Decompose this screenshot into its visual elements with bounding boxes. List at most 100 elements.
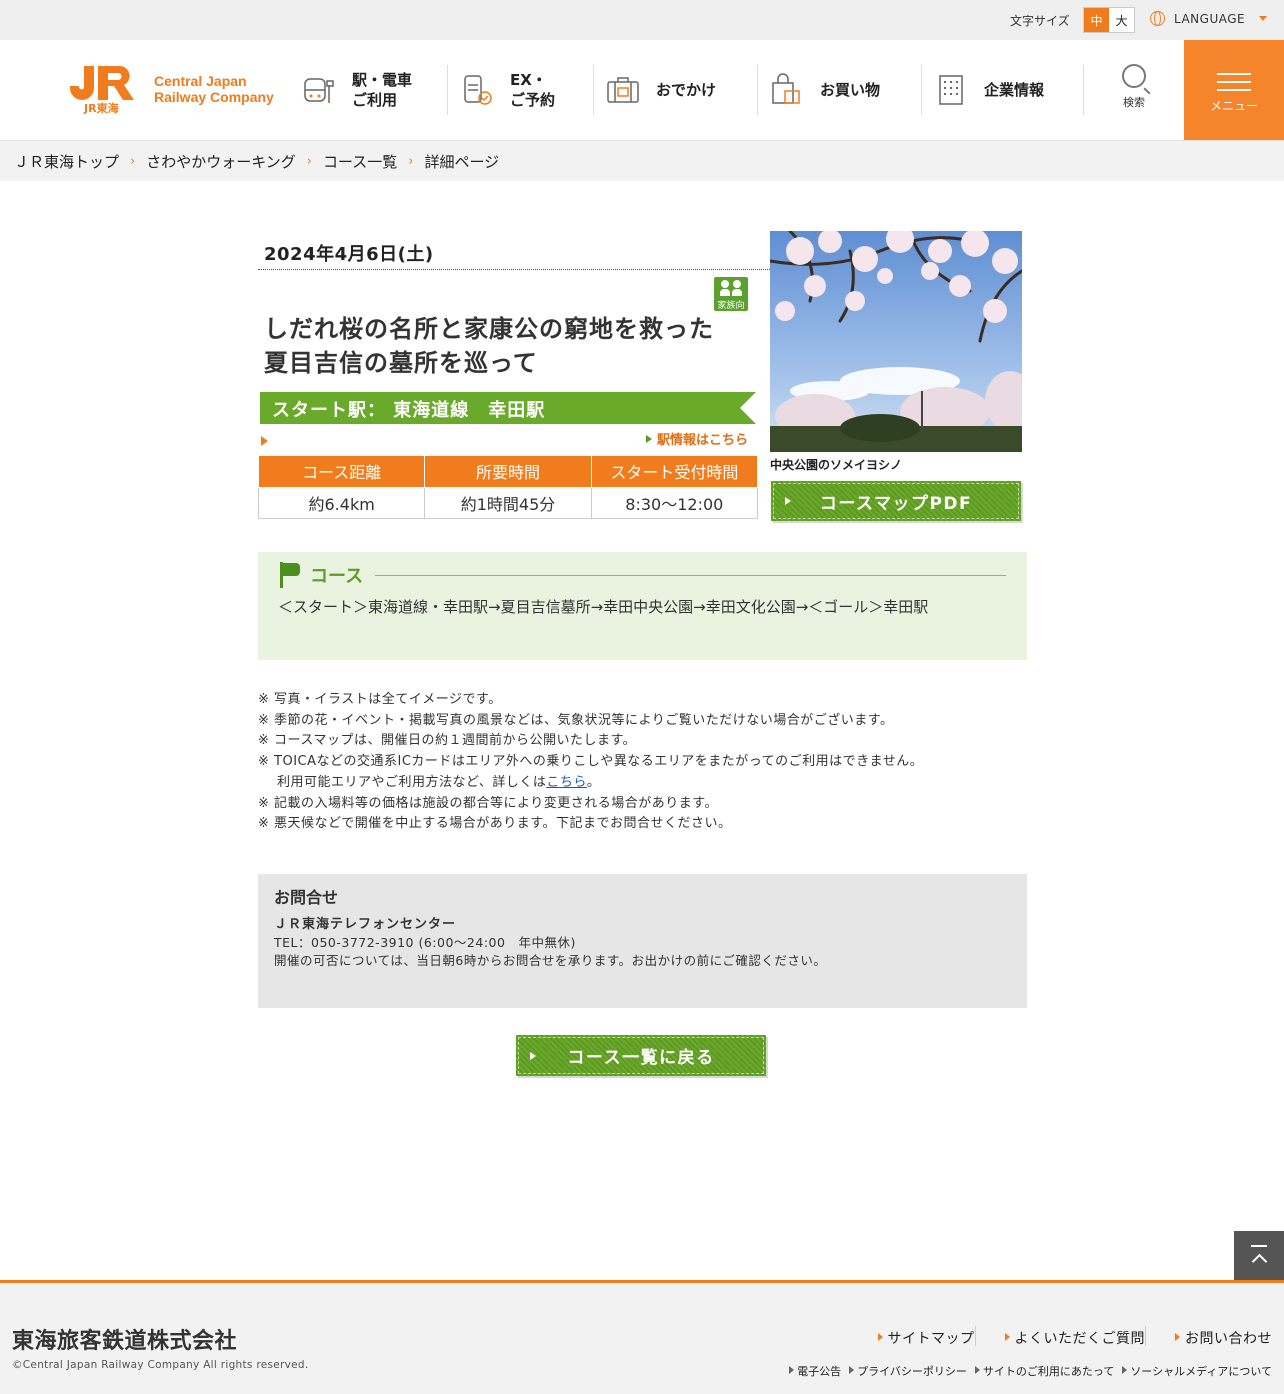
- footer-link-contact[interactable]: お問い合わせ: [1145, 1326, 1272, 1348]
- arrow-right-icon: [261, 436, 268, 446]
- logo-text: Central Japan Railway Company: [154, 73, 274, 105]
- course-heading: コース: [310, 566, 364, 587]
- footer-link-sitemap[interactable]: サイトマップ: [868, 1328, 975, 1348]
- hamburger-icon: [1217, 67, 1251, 97]
- font-size-large-button[interactable]: 大: [1109, 8, 1134, 32]
- nav-corporate-label: 企業情報: [984, 81, 1045, 99]
- contact-tel: TEL：050-3772-3910 (6:00～24:00 年中無休): [274, 935, 576, 950]
- notes-list: ※ 写真・イラストは全てイメージです。 ※ 季節の花・イベント・掲載写真の風景な…: [258, 690, 923, 835]
- page-title: しだれ桜の名所と家康公の窮地を救った 夏目吉信の墓所を巡って: [264, 315, 714, 377]
- nav-corporate[interactable]: 企業情報: [922, 65, 1084, 115]
- search-button[interactable]: 検索: [1112, 64, 1156, 110]
- footer-link-terms[interactable]: サイトのご利用にあたって: [974, 1363, 1114, 1379]
- chevron-right-icon: ›: [306, 153, 312, 169]
- header-start-time: スタート受付時間: [590, 456, 759, 488]
- logo-mark-text: JR東海: [83, 101, 119, 114]
- footer-link-privacy[interactable]: プライバシーポリシー: [849, 1363, 967, 1379]
- building-icon: [934, 73, 968, 107]
- footer-link-social[interactable]: ソーシャルメディアについて: [1122, 1363, 1272, 1379]
- course-map-pdf-button[interactable]: コースマップPDF: [771, 481, 1021, 521]
- language-label: LANGUAGE: [1174, 11, 1246, 26]
- footer-sub-links: 電子公告 プライバシーポリシー サイトのご利用にあたって ソーシャルメディアにつ…: [781, 1363, 1272, 1379]
- nav-shopping-label: お買い物: [820, 81, 881, 99]
- pdf-button-label: コースマップPDF: [819, 493, 973, 514]
- start-station-banner: スタート駅： 東海道線 幸田駅: [260, 392, 756, 424]
- nav-odekake[interactable]: おでかけ: [594, 65, 758, 115]
- header-duration: 所要時間: [424, 456, 592, 488]
- event-date: 2024年4月6日(土): [264, 244, 434, 265]
- play-arrow-icon: [785, 497, 791, 505]
- suitcase-icon: [606, 73, 640, 107]
- course-route: ＜スタート＞東海道線・幸田駅→夏目吉信墓所→幸田中央公園→幸田文化公園→＜ゴール…: [278, 598, 929, 616]
- chevron-right-icon: ›: [408, 153, 414, 169]
- value-distance: 約6.4km: [257, 486, 426, 519]
- nav-ex-label-2: ご予約: [510, 91, 556, 109]
- nav-ex-reservation[interactable]: EX・ご予約: [448, 65, 594, 115]
- shopping-bag-icon: [770, 73, 804, 107]
- note-item: ※ TOICAなどの交通系ICカードはエリア外への乗りこしや異なるエリアをまたが…: [258, 754, 924, 770]
- flag-icon: [278, 562, 300, 588]
- contact-box: お問合せ ＪＲ東海テレフォンセンター TEL：050-3772-3910 (6:…: [258, 874, 1027, 1008]
- language-selector[interactable]: LANGUAGE: [1150, 11, 1268, 26]
- note-item: ※ 悪天候などで開催を中止する場合があります。下記までお問合せください。: [258, 816, 732, 832]
- site-footer: 東海旅客鉄道株式会社 ©Central Japan Railway Compan…: [0, 1280, 1284, 1394]
- nav-shopping[interactable]: お買い物: [758, 65, 922, 115]
- menu-button[interactable]: メニュー: [1184, 40, 1284, 140]
- value-start-time: 8:30～12:00: [590, 486, 759, 519]
- back-button-label: コース一覧に戻る: [567, 1048, 715, 1068]
- page-top-button[interactable]: [1234, 1231, 1284, 1281]
- chevron-right-icon: ›: [130, 153, 136, 169]
- font-size-toggle: 中 大: [1083, 7, 1135, 33]
- contact-center-name: ＪＲ東海テレフォンセンター: [274, 917, 457, 932]
- family-badge: 家族向: [714, 277, 748, 311]
- contact-title: お問合せ: [274, 888, 339, 907]
- family-icon-label: 家族向: [717, 301, 745, 311]
- back-to-course-list-button[interactable]: コース一覧に戻る: [516, 1035, 766, 1076]
- breadcrumb: ＪＲ東海トップ › さわやかウォーキング › コース一覧 › 詳細ページ: [0, 140, 1284, 181]
- station-info-link[interactable]: 駅情報はこちら: [646, 429, 748, 448]
- nav-station-train[interactable]: 駅・電車 ご利用: [290, 65, 448, 115]
- header-distance: コース距離: [257, 456, 426, 488]
- date-divider: [258, 269, 770, 270]
- breadcrumb-course-list[interactable]: コース一覧: [323, 151, 397, 172]
- global-nav: 駅・電車ご利用 EX・ご予約 おでかけ お買い物 企業情報: [290, 65, 1084, 115]
- search-label: 検索: [1123, 96, 1145, 109]
- train-icon: [302, 73, 336, 107]
- menu-label: メニュー: [1209, 98, 1258, 113]
- nav-odekake-label: おでかけ: [656, 81, 717, 99]
- note-item: ※ 写真・イラストは全てイメージです。: [258, 692, 502, 707]
- nav-station-label-1: 駅・電車: [352, 71, 413, 89]
- copyright: ©Central Japan Railway Company All right…: [12, 1359, 309, 1371]
- note-item: ※ コースマップは、開催日の約１週間前から公開いたします。: [258, 733, 637, 749]
- globe-icon: [1150, 11, 1165, 26]
- course-heading-rule: [375, 574, 1006, 576]
- breadcrumb-walking[interactable]: さわやかウォーキング: [146, 151, 296, 172]
- ic-card-info-link[interactable]: こちら: [546, 775, 587, 790]
- site-logo[interactable]: JR東海 Central Japan Railway Company: [70, 64, 274, 115]
- note-item-extra: 利用可能エリアやご利用方法など、詳しくはこちら。: [277, 774, 601, 790]
- chevron-up-icon: [1251, 1253, 1267, 1270]
- utility-bar: 文字サイズ 中 大 LANGUAGE: [0, 0, 1284, 40]
- reservation-icon: [460, 73, 494, 107]
- font-size-medium-button[interactable]: 中: [1084, 8, 1109, 32]
- font-size-label: 文字サイズ: [1010, 14, 1070, 28]
- note-item: ※ 記載の入場料等の価格は施設の都合等により変更される場合があります。: [258, 795, 718, 811]
- course-info-table: コース距離 所要時間 スタート受付時間 約6.4km 約1時間45分 8:30～…: [257, 456, 759, 519]
- contact-note: 開催の可否については、当日朝6時からお問合せを承ります。お出かけの前にご確認くだ…: [274, 953, 827, 968]
- jr-logo-mark: JR東海: [70, 64, 142, 115]
- site-header: JR東海 Central Japan Railway Company 駅・電車ご…: [0, 40, 1284, 140]
- footer-link-faq[interactable]: よくいただくご質問: [974, 1326, 1146, 1348]
- course-section: コース ＜スタート＞東海道線・幸田駅→夏目吉信墓所→幸田中央公園→幸田文化公園→…: [258, 552, 1027, 660]
- footer-company-logo: 東海旅客鉄道株式会社: [12, 1329, 238, 1354]
- search-icon: [1122, 64, 1146, 88]
- caret-down-icon: [1259, 16, 1268, 21]
- nav-station-label-2: ご利用: [352, 91, 398, 109]
- breadcrumb-jr-top[interactable]: ＪＲ東海トップ: [14, 151, 119, 172]
- note-item: ※ 季節の花・イベント・掲載写真の風景などは、気象状況等によりご覧いただけない場…: [258, 712, 894, 728]
- breadcrumb-current: 詳細ページ: [424, 152, 500, 171]
- cherry-blossom-photo: [770, 231, 1022, 452]
- value-duration: 約1時間45分: [424, 486, 592, 519]
- play-arrow-icon: [530, 1051, 536, 1060]
- nav-ex-label-1: EX・: [510, 71, 547, 89]
- footer-link-public-notice[interactable]: 電子公告: [789, 1363, 841, 1379]
